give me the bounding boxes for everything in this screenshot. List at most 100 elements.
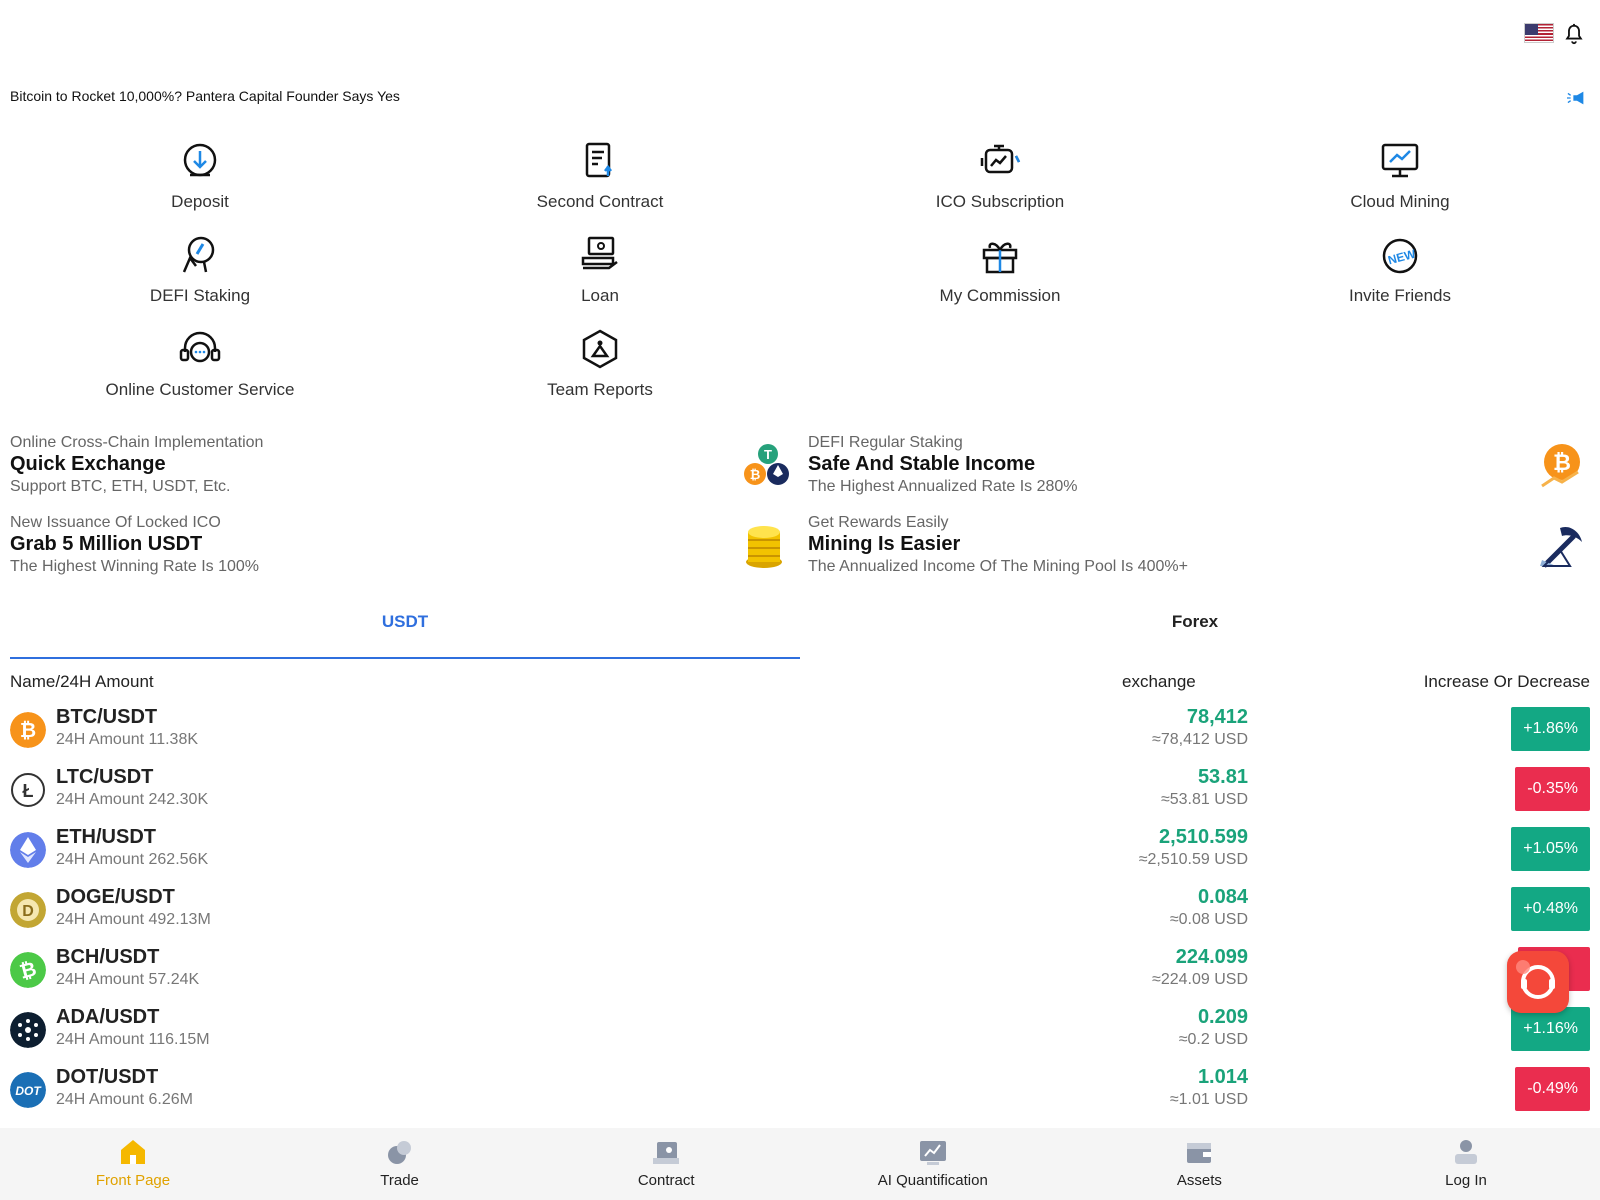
market-amount: 24H Amount 116.15M [56,1031,210,1048]
market-pair: ETH/USDT [56,826,156,848]
menu-item-second-contract[interactable]: Second Contract [450,138,750,212]
svg-text:D: D [22,903,34,920]
promo-description: The Annualized Income Of The Mining Pool… [808,558,1188,575]
menu-item-label: Deposit [171,192,229,211]
market-pair: DOGE/USDT [56,886,175,908]
nav-label: AI Quantification [877,1172,988,1189]
promo-card[interactable]: New Issuance Of Locked ICO Grab 5 Million… [10,514,259,576]
market-usd-price: ≈0.2 USD [1178,1031,1248,1048]
market-pair: BTC/USDT [56,706,158,728]
nav-label: Contract [637,1172,695,1189]
market-usd-price: ≈1.01 USD [1169,1091,1248,1108]
menu-item-label: My Commission [939,286,1061,305]
market-price: 224.099 [1175,946,1248,968]
svg-text:Ł: Ł [23,781,34,801]
eth-icon [10,832,46,868]
col-change: Increase Or Decrease [1423,672,1590,691]
promo-title: Mining Is Easier [808,533,961,555]
top-bar [0,0,1600,70]
svg-text:T: T [764,447,772,462]
svg-text:DOT: DOT [15,1084,42,1098]
change-badge: +1.86% [1511,707,1590,751]
nav-trade[interactable]: Trade [267,1136,533,1189]
monitor-chart-icon [1381,143,1419,178]
contract-icon [653,1142,680,1164]
promo-subtitle: Get Rewards Easily [808,514,949,531]
market-row[interactable]: DOT DOT/USDT 24H Amount 6.26M 1.014 ≈1.01 US… [0,1062,1600,1122]
menu-item-loan[interactable]: Loan [450,232,750,306]
market-pair: DOT/USDT [56,1066,159,1088]
menu-item-my-commission[interactable]: My Commission [850,232,1150,306]
menu-item-ico-subscription[interactable]: ICO Subscription [850,138,1150,212]
new-badge-icon: NEW [1382,238,1418,274]
menu-item-label: Team Reports [547,380,653,399]
menu-item-label: DEFI Staking [149,286,251,305]
bell-icon[interactable] [1563,22,1585,46]
menu-item-invite-friends[interactable]: NEW Invite Friends [1250,232,1550,306]
tab-forex[interactable]: Forex [800,612,1590,632]
change-badge: -0.49% [1515,1067,1590,1111]
market-row[interactable]: ₿ BCH/USDT 24H Amount 57.24K 224.099 ≈224.09… [0,942,1600,1002]
market-usd-price: ≈0.08 USD [1169,911,1248,928]
col-name: Name/24H Amount [10,672,154,691]
promo-card[interactable]: Get Rewards Easily Mining Is Easier The An… [808,514,1188,576]
market-amount: 24H Amount 57.24K [56,971,200,988]
nav-contract[interactable]: Contract [533,1136,799,1189]
nav-label: Assets [1176,1172,1222,1189]
promo-subtitle: DEFI Regular Staking [808,434,963,451]
news-ticker[interactable]: Bitcoin to Rocket 10,000%? Pantera Capit… [10,88,400,104]
nav-assets[interactable]: Assets [1066,1136,1332,1189]
promo-subtitle: New Issuance Of Locked ICO [10,514,221,531]
ai-chart-icon [919,1141,946,1165]
market-price: 78,412 [1186,706,1248,728]
promo-card[interactable]: Online Cross-Chain Implementation Quick E… [10,434,263,496]
nav-log-in[interactable]: Log In [1333,1136,1599,1189]
market-row[interactable]: ETH/USDT 24H Amount 262.56K 2,510.599 ≈2,51… [0,822,1600,882]
menu-item-label: Online Customer Service [105,380,295,399]
bitcoin-growth-icon: ₿ [1541,444,1580,488]
trade-icon [387,1141,411,1164]
headset-icon [179,331,221,363]
nav-label: Log In [1445,1172,1487,1189]
megaphone-icon [1567,91,1584,105]
ada-icon [10,1012,46,1048]
menu-item-cloud-mining[interactable]: Cloud Mining [1250,138,1550,212]
us-flag-icon[interactable] [1524,23,1554,43]
floating-support-button[interactable] [1507,951,1569,1013]
nav-ai-quantification[interactable]: AI Quantification [800,1136,1066,1189]
market-price: 1.014 [1197,1066,1248,1088]
gold-coins-icon [746,526,782,568]
market-pair: LTC/USDT [56,766,154,788]
document-icon [585,142,612,178]
tab-underline [10,657,800,659]
bch-icon: ₿ [10,952,46,988]
market-row[interactable]: ₿ BTC/USDT 24H Amount 11.38K 78,412 ≈78,412 … [0,702,1600,762]
user-icon [1455,1140,1477,1164]
menu-item-online-customer-service[interactable]: Online Customer Service [50,326,350,400]
market-row[interactable]: Ł LTC/USDT 24H Amount 242.30K 53.81 ≈53.81 U… [0,762,1600,822]
menu-item-label: ICO Subscription [935,192,1065,211]
market-amount: 24H Amount 262.56K [56,851,209,868]
change-badge: -0.35% [1515,767,1590,811]
ico-icon [980,144,1021,174]
change-badge: +1.16% [1511,1007,1590,1051]
menu-item-team-reports[interactable]: Team Reports [450,326,750,400]
promo-title: Safe And Stable Income [808,453,1036,475]
market-row[interactable]: ADA/USDT 24H Amount 116.15M 0.209 ≈0.2 USD +… [0,1002,1600,1062]
promo-card[interactable]: DEFI Regular Staking Safe And Stable Inco… [808,434,1078,496]
nav-label: Trade [380,1172,419,1189]
tab-usdt[interactable]: USDT [10,612,800,632]
menu-item-deposit[interactable]: Deposit [50,138,350,212]
market-usd-price: ≈2,510.59 USD [1138,851,1248,868]
market-row[interactable]: D DOGE/USDT 24H Amount 492.13M 0.084 ≈0.08 U… [0,882,1600,942]
change-badge: +0.48% [1511,887,1590,931]
market-usd-price: ≈53.81 USD [1160,791,1248,808]
market-usd-price: ≈224.09 USD [1152,971,1248,988]
market-usd-price: ≈78,412 USD [1152,731,1248,748]
menu-item-defi-staking[interactable]: DEFI Staking [50,232,350,306]
nav-front-page[interactable]: Front Page [0,1136,266,1189]
market-tabs: USDT Forex [10,612,1590,660]
bottom-nav: Front Page Trade Contract AI Quantification… [0,1128,1600,1200]
hexagon-person-icon [582,329,618,369]
market-amount: 24H Amount 492.13M [56,911,211,928]
